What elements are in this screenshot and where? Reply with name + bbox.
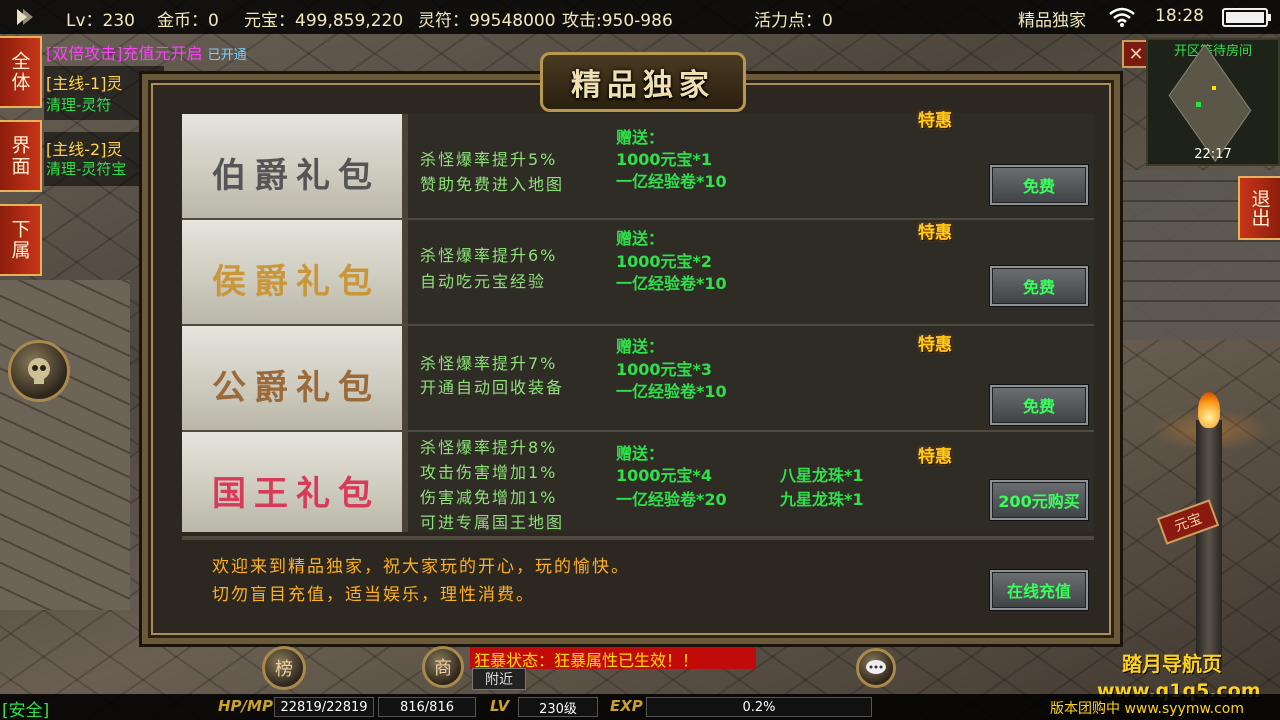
package-name: 伯爵礼包	[212, 156, 380, 196]
package-effect: 杀怪爆率提升6%	[420, 246, 558, 265]
special-offer-badge: 特惠	[918, 447, 952, 467]
special-offer-badge: 特惠	[918, 111, 952, 131]
gift-label: 赠送：	[616, 337, 665, 356]
gift-item: 1000元宝*3	[616, 360, 713, 379]
recharge-button[interactable]: 在线充值	[990, 570, 1088, 610]
quest-banner-text: [双倍攻击]充值	[46, 44, 155, 63]
status-message: 狂暴状态：狂暴属性已生效！！	[470, 647, 756, 670]
quest-banner-status: 已开通	[207, 48, 247, 63]
brand-label: 精品独家	[1018, 11, 1086, 31]
package-name-cell: 侯爵礼包	[182, 220, 402, 324]
package-name-cell: 公爵礼包	[182, 326, 402, 430]
special-offer-badge: 特惠	[918, 335, 952, 355]
npc-marker-icon	[1212, 86, 1216, 90]
torch-flame-icon	[1198, 392, 1220, 428]
rank-button[interactable]: 榜	[262, 646, 306, 690]
package-effect: 伤害减免增加1%	[420, 488, 558, 507]
special-offer-badge: 特惠	[918, 223, 952, 243]
gift-item: 一亿经验卷*10	[616, 172, 727, 191]
package-effect: 杀怪爆率提升7%	[420, 354, 558, 373]
footer-separator	[182, 536, 1094, 540]
gift-item: 1000元宝*1	[616, 150, 713, 169]
package-effect: 杀怪爆率提升5%	[420, 150, 558, 169]
lv-value: 230级	[518, 697, 598, 717]
gift-label: 赠送：	[616, 128, 665, 147]
package-effect: 开通自动回收装备	[420, 378, 565, 397]
gift-item: 九星龙珠*1	[780, 490, 864, 509]
mp-value: 816/816	[378, 697, 476, 717]
free-button[interactable]: 免费	[990, 385, 1088, 425]
panel-title: 精品独家	[540, 52, 746, 112]
package-name-cell: 国王礼包	[182, 432, 402, 532]
player-marker-icon	[1196, 102, 1201, 107]
package-name-cell: 伯爵礼包	[182, 114, 402, 218]
footer-line-2: 切勿盲目充值，适当娱乐，理性消费。	[212, 585, 535, 605]
tab-all[interactable]: 全体	[0, 36, 42, 108]
chat-button[interactable]	[856, 648, 896, 688]
wifi-icon	[1109, 7, 1135, 27]
watermark-footer: 版本团购中 www.syymw.com	[1050, 701, 1244, 717]
package-effect: 赞助免费进入地图	[420, 175, 565, 194]
hp-value: 22819/22819	[274, 697, 374, 717]
free-button[interactable]: 免费	[990, 165, 1088, 205]
torch-post	[1196, 420, 1222, 670]
footer-line-1: 欢迎来到精品独家，祝大家玩的开心，玩的愉快。	[212, 557, 630, 577]
package-effect: 可进专属国王地图	[420, 513, 565, 532]
quest-banner-tail: 元开启	[154, 44, 203, 63]
free-button[interactable]: 免费	[990, 266, 1088, 306]
quest-2-sub: 清理-灵符宝	[46, 160, 127, 178]
gift-label: 赠送：	[616, 444, 665, 463]
gift-item: 一亿经验卷*10	[616, 382, 727, 401]
shop-button[interactable]: 商	[422, 646, 464, 688]
yuanbao-count: 元宝：499,859,220	[244, 11, 404, 31]
expand-arrow-icon[interactable]	[0, 0, 48, 34]
package-name: 国王礼包	[212, 474, 380, 514]
vitality-points: 活力点：0	[754, 11, 833, 31]
quest-2-title: [主线-2]灵	[46, 140, 123, 159]
nearby-tab[interactable]: 附近	[472, 668, 526, 690]
tab-subordinates[interactable]: 下属	[0, 204, 42, 276]
bottom-status-bar: [安全] HP/MP 22819/22819 816/816 LV 230级 E…	[0, 694, 1280, 720]
safe-zone-indicator: [安全]	[2, 701, 50, 720]
package-effect: 杀怪爆率提升8%	[420, 438, 558, 457]
gift-item: 1000元宝*2	[616, 252, 713, 271]
minimap-time: 22:17	[1194, 147, 1232, 162]
skull-icon	[28, 358, 50, 384]
tab-interface[interactable]: 界面	[0, 120, 42, 192]
minimap-floor	[1168, 43, 1252, 163]
gift-item: 一亿经验卷*10	[616, 274, 727, 293]
skull-skill-button[interactable]	[8, 340, 70, 402]
package-effect: 攻击伤害增加1%	[420, 463, 558, 482]
system-clock: 18:28	[1155, 6, 1204, 26]
quest-banner[interactable]: [双倍攻击]充值元开启 已开通	[46, 40, 247, 64]
chat-bubble-icon	[866, 660, 886, 674]
exp-label: EXP	[610, 697, 643, 715]
gift-item: 八星龙珠*1	[780, 466, 864, 485]
stone-floor-left	[0, 280, 130, 610]
watermark-title: 踏月导航页	[1122, 652, 1222, 676]
package-name: 侯爵礼包	[212, 262, 380, 302]
gift-item: 1000元宝*4	[616, 466, 713, 485]
package-name: 公爵礼包	[212, 368, 380, 408]
minimap[interactable]: 开区等待房间 22:17	[1146, 38, 1280, 166]
gift-item: 一亿经验卷*20	[616, 490, 727, 509]
quest-1-title: [主线-1]灵	[46, 74, 123, 93]
gift-label: 赠送：	[616, 229, 665, 248]
exp-value: 0.2%	[646, 697, 872, 717]
lv-label: LV	[490, 697, 510, 715]
battery-icon	[1222, 8, 1271, 27]
exit-button[interactable]: 退出	[1238, 176, 1280, 240]
lingfu-count: 灵符：99548000	[418, 11, 556, 31]
player-level: Lv：230	[66, 11, 135, 31]
hp-label: HP/MP	[218, 697, 273, 715]
top-status-bar: Lv：230 金币：0 元宝：499,859,220 灵符：99548000 攻…	[0, 0, 1280, 34]
attack-range: 攻击:950-986	[562, 11, 673, 31]
package-effect: 自动吃元宝经验	[420, 272, 547, 291]
quest-1-sub: 清理-灵符	[46, 96, 112, 114]
gold-count: 金币：0	[157, 11, 219, 31]
buy-button[interactable]: 200元购买	[990, 480, 1088, 520]
